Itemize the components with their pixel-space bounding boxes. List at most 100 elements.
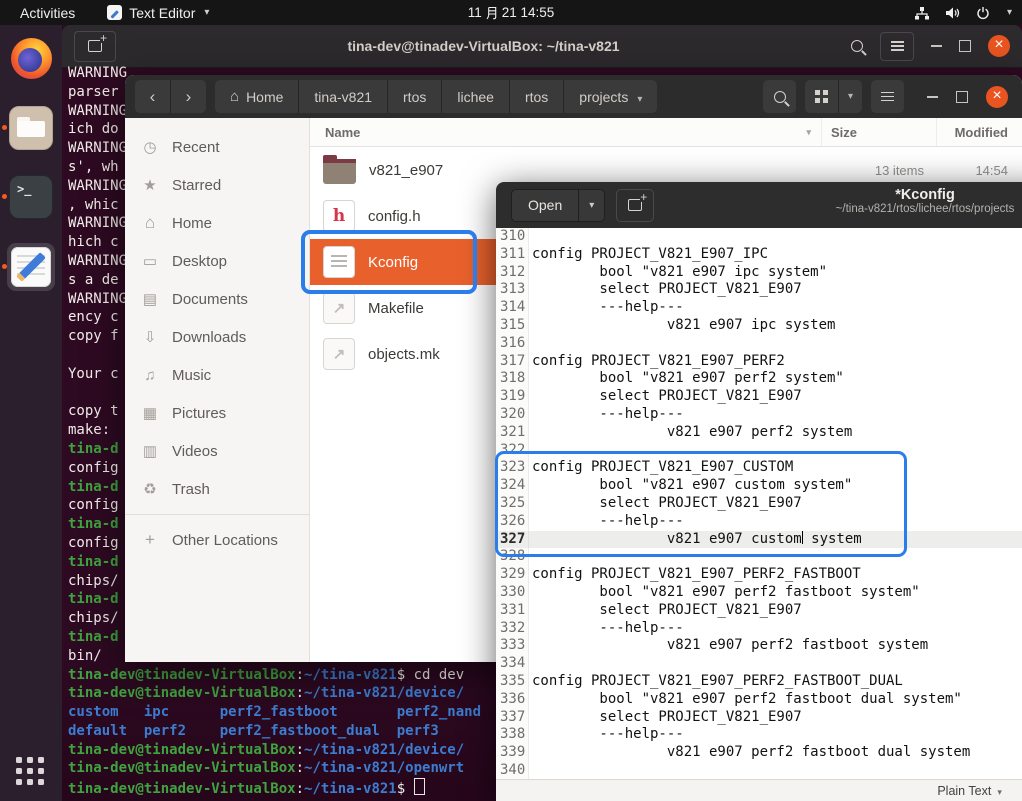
dock-item-terminal[interactable] xyxy=(7,173,55,221)
editor-new-tab-button[interactable] xyxy=(616,189,654,222)
editor-line-333[interactable]: 333 v821 e907 perf2 fastboot system xyxy=(496,637,1022,655)
activities-button[interactable]: Activities xyxy=(16,5,79,21)
terminal-text-segment: , whic xyxy=(68,197,119,213)
sidebar-item-videos[interactable]: Videos xyxy=(125,432,309,470)
terminal-text-segment: config xyxy=(68,460,119,476)
editor-line-317[interactable]: 317config PROJECT_V821_E907_PERF2 xyxy=(496,353,1022,371)
editor-line-323[interactable]: 323config PROJECT_V821_E907_CUSTOM xyxy=(496,459,1022,477)
editor-line-325[interactable]: 325 select PROJECT_V821_E907 xyxy=(496,495,1022,513)
line-number: 340 xyxy=(496,762,529,780)
editor-line-312[interactable]: 312 bool "v821 e907 ipc system" xyxy=(496,264,1022,282)
sidebar-item-label: Home xyxy=(172,215,212,232)
editor-line-324[interactable]: 324 bool "v821 e907 custom system" xyxy=(496,477,1022,495)
terminal-titlebar[interactable]: tina-dev@tinadev-VirtualBox: ~/tina-v821 xyxy=(62,25,1022,68)
editor-statusbar: Plain Text Tab xyxy=(496,779,1022,801)
editor-line-319[interactable]: 319 select PROJECT_V821_E907 xyxy=(496,388,1022,406)
editor-line-318[interactable]: 318 bool "v821 e907 perf2 system" xyxy=(496,370,1022,388)
editor-line-336[interactable]: 336 bool "v821 e907 perf2 fastboot dual … xyxy=(496,691,1022,709)
line-text: select PROJECT_V821_E907 xyxy=(529,709,802,727)
sidebar-item-desktop[interactable]: Desktop xyxy=(125,242,309,280)
editor-line-311[interactable]: 311config PROJECT_V821_E907_IPC xyxy=(496,246,1022,264)
editor-line-339[interactable]: 339 v821 e907 perf2 fastboot dual system xyxy=(496,744,1022,762)
terminal-close-button[interactable] xyxy=(988,35,1010,57)
breadcrumb-item-tina-v821[interactable]: tina-v821 xyxy=(298,80,387,113)
breadcrumb-item-home[interactable]: Home xyxy=(215,80,298,113)
text-editor-icon xyxy=(11,247,51,287)
sidebar-item-downloads[interactable]: Downloads xyxy=(125,318,309,356)
line-text: bool "v821 e907 custom system" xyxy=(529,477,852,495)
dock-item-files[interactable] xyxy=(7,104,55,152)
language-selector[interactable]: Plain Text xyxy=(937,784,1002,798)
editor-line-328[interactable]: 328 xyxy=(496,548,1022,566)
search-icon xyxy=(774,91,786,103)
show-applications-button[interactable] xyxy=(16,757,46,787)
files-menu-button[interactable] xyxy=(871,80,904,113)
terminal-text-segment: WARNING xyxy=(68,140,127,156)
editor-line-332[interactable]: 332 ---help--- xyxy=(496,620,1022,638)
sidebar-item-documents[interactable]: Documents xyxy=(125,280,309,318)
sidebar-item-recent[interactable]: Recent xyxy=(125,128,309,166)
editor-line-330[interactable]: 330 bool "v821 e907 perf2 fastboot syste… xyxy=(496,584,1022,602)
files-close-button[interactable] xyxy=(986,86,1008,108)
sidebar-item-starred[interactable]: Starred xyxy=(125,166,309,204)
files-titlebar[interactable]: Hometina-v821rtoslicheertosprojects xyxy=(125,75,1022,118)
breadcrumb-item-lichee[interactable]: lichee xyxy=(441,80,509,113)
sidebar-item-pictures[interactable]: Pictures xyxy=(125,394,309,432)
clock[interactable]: 11 21 14:55 xyxy=(468,5,555,20)
terminal-text-segment: tina-dev@tinadev-VirtualBox xyxy=(68,781,296,797)
editor-line-335[interactable]: 335config PROJECT_V821_E907_PERF2_FASTBO… xyxy=(496,673,1022,691)
editor-line-338[interactable]: 338 ---help--- xyxy=(496,726,1022,744)
breadcrumb-item-rtos[interactable]: rtos xyxy=(387,80,441,113)
app-menu[interactable]: Text Editor ▾ xyxy=(107,5,209,21)
line-text xyxy=(529,548,532,566)
back-button[interactable] xyxy=(135,80,170,113)
editor-line-322[interactable]: 322 xyxy=(496,442,1022,460)
editor-line-331[interactable]: 331 select PROJECT_V821_E907 xyxy=(496,602,1022,620)
column-header-size[interactable]: Size xyxy=(821,118,936,146)
editor-line-337[interactable]: 337 select PROJECT_V821_E907 xyxy=(496,709,1022,727)
terminal-text-segment: tina-d xyxy=(68,516,119,532)
column-header-modified[interactable]: Modified xyxy=(936,118,1022,146)
editor-line-334[interactable]: 334 xyxy=(496,655,1022,673)
editor-line-310[interactable]: 310 xyxy=(496,228,1022,246)
terminal-menu-button[interactable] xyxy=(880,32,914,61)
editor-line-316[interactable]: 316 xyxy=(496,335,1022,353)
editor-line-320[interactable]: 320 ---help--- xyxy=(496,406,1022,424)
editor-line-329[interactable]: 329config PROJECT_V821_E907_PERF2_FASTBO… xyxy=(496,566,1022,584)
sidebar-item-other-locations[interactable]: Other Locations xyxy=(125,521,309,559)
editor-line-313[interactable]: 313 select PROJECT_V821_E907 xyxy=(496,281,1022,299)
sidebar-item-home[interactable]: Home xyxy=(125,204,309,242)
files-maximize-button[interactable] xyxy=(956,91,968,103)
view-options-dropdown[interactable] xyxy=(838,80,862,113)
editor-line-314[interactable]: 314 ---help--- xyxy=(496,299,1022,317)
editor-line-340[interactable]: 340 xyxy=(496,762,1022,780)
editor-line-315[interactable]: 315 v821 e907 ipc system xyxy=(496,317,1022,335)
power-icon xyxy=(976,6,990,20)
dock-item-text-editor[interactable] xyxy=(7,243,55,291)
editor-line-321[interactable]: 321 v821 e907 perf2 system xyxy=(496,424,1022,442)
files-minimize-button[interactable] xyxy=(927,96,938,98)
terminal-new-tab-button[interactable] xyxy=(74,31,116,62)
chevron-down-icon[interactable]: ▾ xyxy=(1007,7,1012,18)
dock-item-firefox[interactable] xyxy=(7,34,55,82)
sidebar-item-music[interactable]: Music xyxy=(125,356,309,394)
terminal-search-icon[interactable] xyxy=(851,40,863,52)
terminal-line: tina-dev@tinadev-VirtualBox:~/tina-v821/… xyxy=(68,759,481,778)
open-button[interactable]: Open xyxy=(512,190,578,221)
editor-titlebar[interactable]: Open *Kconfig ~/tina-v821/rtos/lichee/rt… xyxy=(496,182,1022,228)
breadcrumb-item-rtos[interactable]: rtos xyxy=(509,80,563,113)
terminal-maximize-button[interactable] xyxy=(959,40,971,52)
breadcrumb-item-projects[interactable]: projects xyxy=(563,80,657,113)
grid-view-button[interactable] xyxy=(805,80,838,113)
line-text xyxy=(529,228,532,246)
forward-button[interactable] xyxy=(170,80,206,113)
files-search-button[interactable] xyxy=(763,80,796,113)
line-number: 330 xyxy=(496,584,529,602)
sidebar-item-trash[interactable]: Trash xyxy=(125,470,309,508)
editor-text-area[interactable]: 310311config PROJECT_V821_E907_IPC312 bo… xyxy=(496,228,1022,780)
terminal-minimize-button[interactable] xyxy=(931,45,942,47)
open-dropdown-button[interactable] xyxy=(578,190,604,221)
editor-line-327[interactable]: 327 v821 e907 custom system xyxy=(496,531,1022,549)
editor-line-326[interactable]: 326 ---help--- xyxy=(496,513,1022,531)
column-header-name[interactable]: Name xyxy=(310,125,821,140)
